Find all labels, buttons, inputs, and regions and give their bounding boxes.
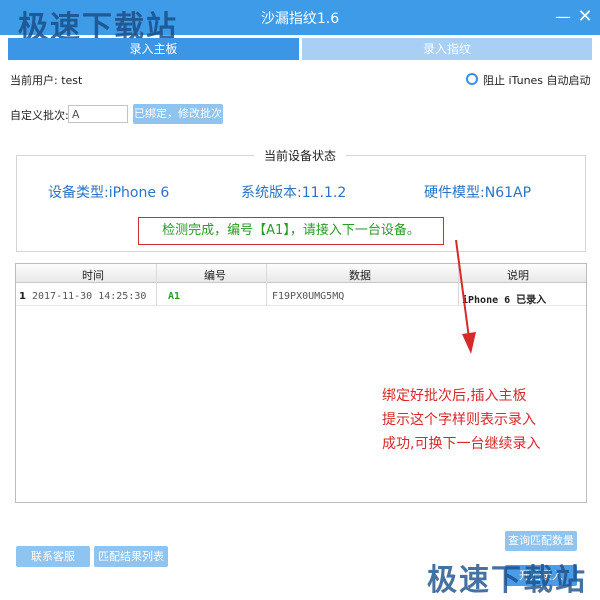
- row-index: 1: [19, 291, 26, 302]
- header-code: 编号: [204, 269, 226, 282]
- row-desc: iPhone 6 已录入: [462, 295, 547, 306]
- annotation-line: 成功,可换下一台继续录入: [382, 436, 541, 452]
- batch-input[interactable]: [68, 105, 128, 123]
- tab-record-mainboard[interactable]: 录入主板: [8, 38, 299, 60]
- annotation-line: 绑定好批次后,插入主板: [382, 388, 527, 404]
- batch-label: 自定义批次:: [10, 109, 69, 122]
- header-desc: 说明: [507, 269, 529, 282]
- minimize-button[interactable]: —: [552, 6, 574, 28]
- tab-record-fingerprint[interactable]: 录入指纹: [302, 38, 592, 60]
- hardware-model: 硬件模型:N61AP: [424, 185, 532, 201]
- table-row[interactable]: 1 2017-11-30 14:25:30 A1 F19PX0UMG5MQ iP…: [16, 288, 586, 306]
- query-match-count-button[interactable]: 查询匹配数量: [505, 531, 577, 551]
- row-code: A1: [168, 291, 181, 302]
- header-time: 时间: [82, 269, 104, 282]
- watermark-logo: 极速下载站: [427, 563, 587, 598]
- itunes-block-label: 阻止 iTunes 自动启动: [483, 74, 591, 87]
- contact-support-button[interactable]: 联系客服: [16, 546, 90, 567]
- annotation-line: 提示这个字样则表示录入: [382, 412, 536, 428]
- device-status-title: 当前设备状态: [0, 147, 600, 164]
- records-table: 时间 编号 数据 说明 1 2017-11-30 14:25:30 A1 F19…: [15, 263, 587, 503]
- change-batch-button[interactable]: 已绑定，修改批次: [133, 104, 223, 124]
- annotation-text: 绑定好批次后,插入主板 提示这个字样则表示录入 成功,可换下一台继续录入: [382, 384, 592, 456]
- device-type: 设备类型:iPhone 6: [48, 185, 170, 201]
- detection-complete-message: 检测完成，编号【A1】，请接入下一台设备。: [138, 217, 444, 245]
- device-status-title-text: 当前设备状态: [253, 149, 346, 163]
- row-data: F19PX0UMG5MQ: [272, 291, 345, 302]
- system-version: 系统版本:11.1.2: [241, 185, 347, 201]
- close-button[interactable]: ✕: [574, 6, 596, 28]
- itunes-block-radio[interactable]: [466, 73, 478, 85]
- header-data: 数据: [349, 269, 371, 282]
- match-results-button[interactable]: 匹配结果列表: [94, 546, 168, 567]
- row-time: 2017-11-30 14:25:30: [32, 291, 147, 302]
- window-title: 沙漏指纹1.6: [260, 11, 340, 27]
- current-user-label: 当前用户: test: [10, 74, 83, 87]
- table-header: 时间 编号 数据 说明: [16, 264, 586, 283]
